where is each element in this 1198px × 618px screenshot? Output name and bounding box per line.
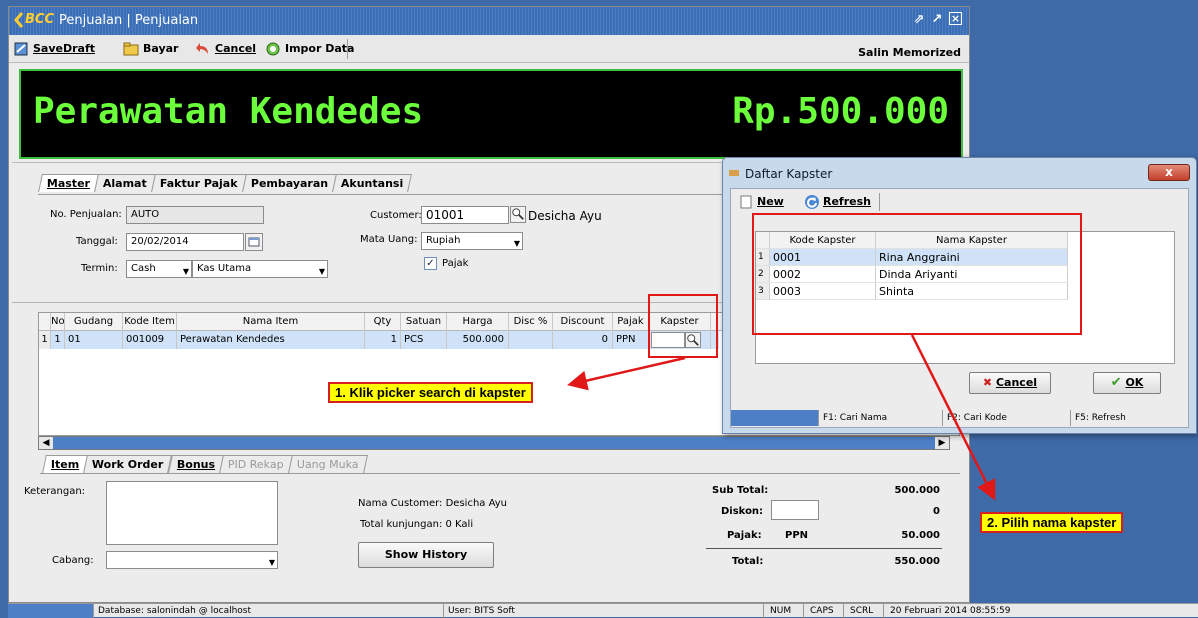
annotation-step2: 2. Pilih nama kapster [980,512,1124,533]
annotation-arrow-1 [567,356,686,391]
annotation-arrow-2 [910,334,996,501]
annotation-step1: 1. Klik picker search di kapster [328,382,533,403]
